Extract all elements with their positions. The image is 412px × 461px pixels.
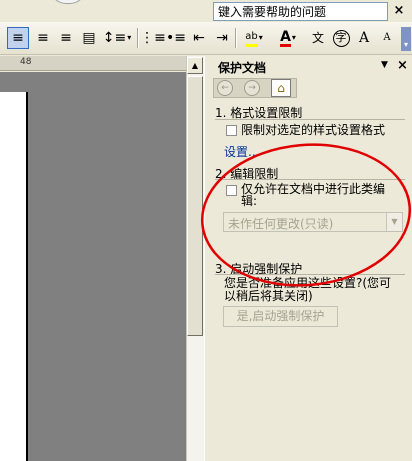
forward-icon[interactable]: → [244, 80, 260, 96]
toolbar-separator [235, 28, 237, 48]
section-divider [215, 179, 405, 180]
shrink-font-button[interactable]: A [376, 27, 398, 49]
editing-type-value: 未作任何更改(只读) [228, 217, 334, 231]
distributed-icon: ▤ [82, 30, 96, 46]
grow-font-button[interactable]: A [353, 27, 375, 49]
justify-icon: ≡ [12, 30, 24, 46]
enforcement-prompt: 您是否准备应用这些设置?(您可 以稍后将其关闭) [224, 277, 402, 303]
distributed-button[interactable]: ▤ [78, 27, 100, 49]
enclose-characters-button[interactable]: 字 [330, 27, 352, 49]
numbering-button[interactable]: ⋮≡ [140, 27, 166, 49]
decrease-indent-button[interactable]: ⇤ [188, 27, 210, 49]
enclose-characters-icon: 字 [332, 29, 350, 47]
decrease-indent-icon: ⇤ [193, 30, 205, 46]
numbering-icon: ⋮≡ [140, 30, 166, 46]
enforcement-prompt-line2: 以稍后将其关闭) [224, 289, 313, 303]
increase-indent-icon: ⇥ [216, 30, 228, 46]
pane-menu-icon[interactable]: ▼ [381, 60, 388, 70]
allow-editing-label-cont: 辑: [241, 194, 258, 208]
chevron-down-icon[interactable]: ▼ [386, 213, 402, 231]
align-center-icon: ≡ [37, 30, 49, 46]
grow-font-icon: A [358, 30, 370, 46]
office-button-edge [50, 0, 86, 4]
align-right-button[interactable]: ≡ [55, 27, 77, 49]
limit-formatting-checkbox[interactable] [226, 125, 237, 136]
document-page[interactable] [0, 92, 28, 461]
help-search-input[interactable]: 键入需要帮助的问题 [213, 2, 388, 21]
pane-title: 保护文档 [218, 61, 267, 75]
shrink-font-icon: A [383, 32, 391, 43]
line-spacing-button[interactable]: ↕≡ ▾ [102, 27, 132, 49]
toolbar-separator [137, 28, 139, 48]
phonetic-guide-icon: 文 [311, 31, 324, 45]
toolbar-options-icon[interactable]: ▾ [401, 27, 411, 51]
section-divider [215, 274, 405, 275]
line-spacing-icon: ↕≡ [102, 30, 127, 46]
scrollbar-thumb[interactable] [187, 76, 203, 336]
allow-editing-label: 仅允许在文档中进行此类编 [241, 182, 386, 196]
settings-link[interactable]: 设置... [224, 143, 259, 160]
home-icon[interactable]: ⌂ [271, 79, 291, 97]
start-enforcement-button[interactable]: 是,启动强制保护 [223, 306, 338, 327]
font-color-button[interactable]: A ▾ [273, 27, 303, 49]
help-close-icon[interactable]: × [392, 3, 406, 19]
section-divider [215, 119, 405, 120]
highlight-icon: ab [245, 30, 258, 47]
align-center-button[interactable]: ≡ [32, 27, 54, 49]
pane-close-icon[interactable]: × [397, 58, 408, 73]
highlight-button[interactable]: ab ▾ [239, 27, 269, 49]
ruler-mark: 48 [20, 57, 32, 67]
phonetic-guide-button[interactable]: 文 [307, 27, 329, 49]
font-color-icon: A [280, 28, 291, 47]
bullets-button[interactable]: •≡ [165, 27, 187, 49]
increase-indent-button[interactable]: ⇥ [211, 27, 233, 49]
back-icon[interactable]: ← [217, 80, 233, 96]
scroll-up-icon[interactable]: ▲ [187, 57, 203, 74]
allow-editing-checkbox[interactable] [226, 185, 237, 196]
align-right-icon: ≡ [60, 30, 72, 46]
limit-formatting-label: 限制对选定的样式设置格式 [241, 123, 386, 137]
bullets-icon: •≡ [166, 30, 186, 46]
justify-button[interactable]: ≡ [7, 27, 29, 49]
